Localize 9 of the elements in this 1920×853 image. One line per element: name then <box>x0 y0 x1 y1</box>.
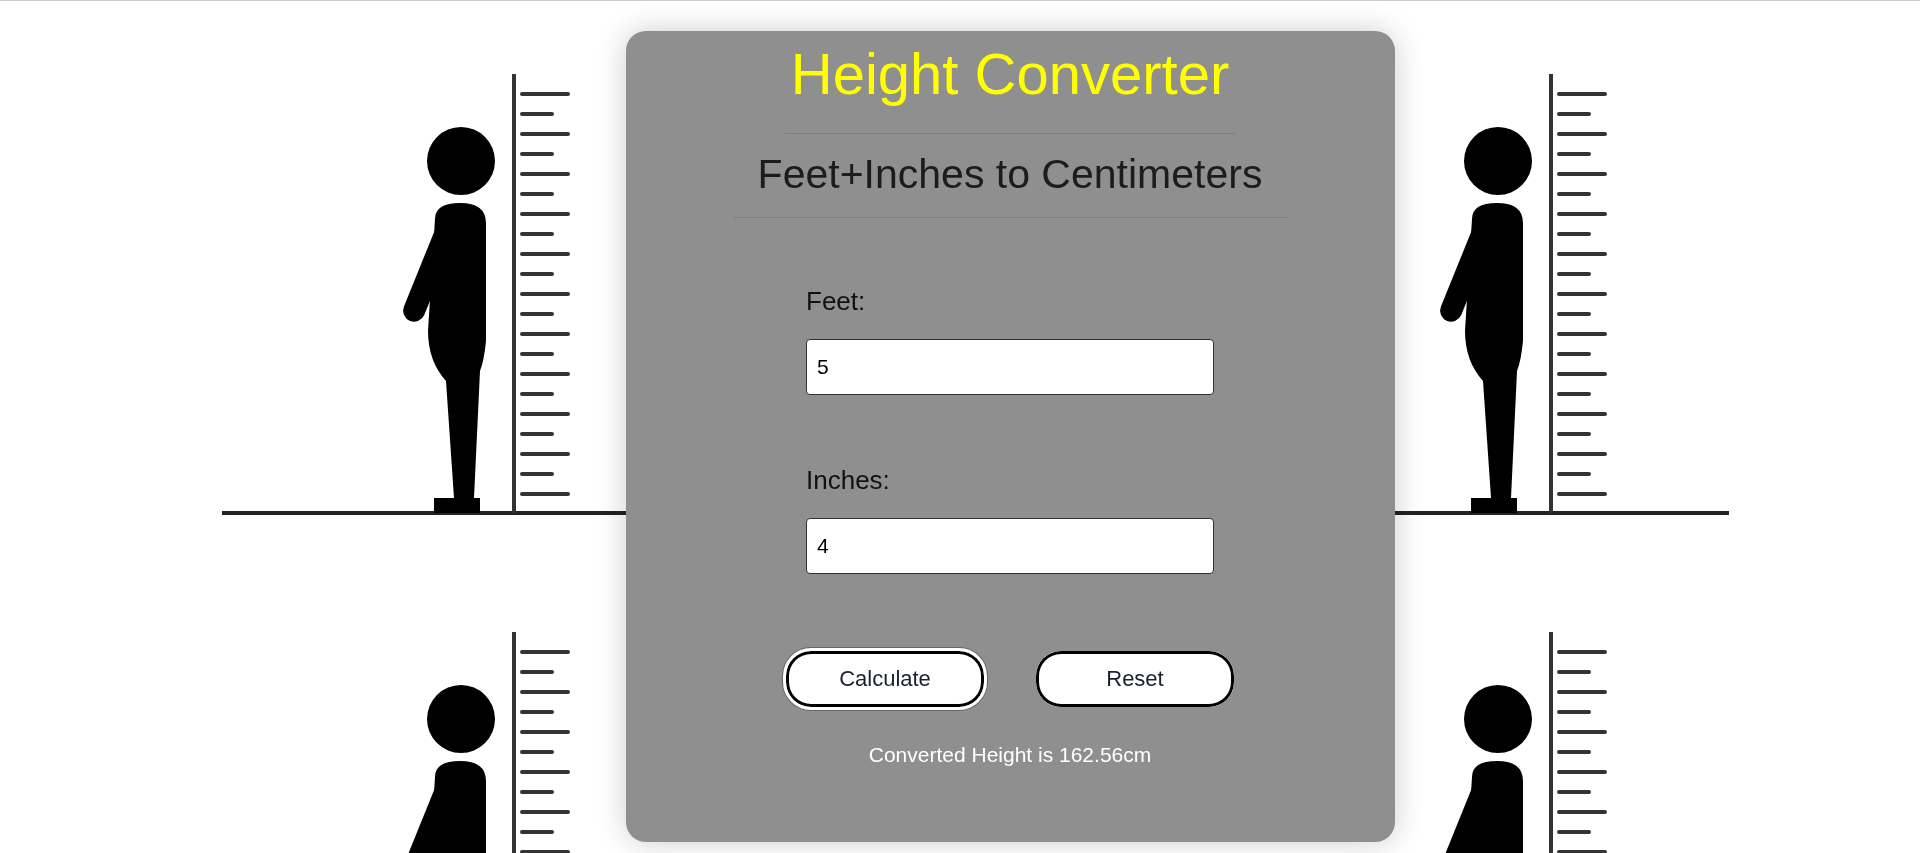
converter-subtitle: Feet+Inches to Centimeters <box>757 150 1263 199</box>
calculate-button[interactable]: Calculate <box>783 648 987 710</box>
page-title: Height Converter <box>790 40 1230 108</box>
field-label: Feet: <box>806 286 867 316</box>
reset-button[interactable]: Reset <box>1033 648 1237 710</box>
input-field[interactable]: 4 <box>806 518 1214 574</box>
field-label: Inches: <box>806 465 891 495</box>
result-text: Converted Height is 162.56cm <box>868 743 1152 767</box>
input-field[interactable]: 5 <box>806 339 1214 395</box>
